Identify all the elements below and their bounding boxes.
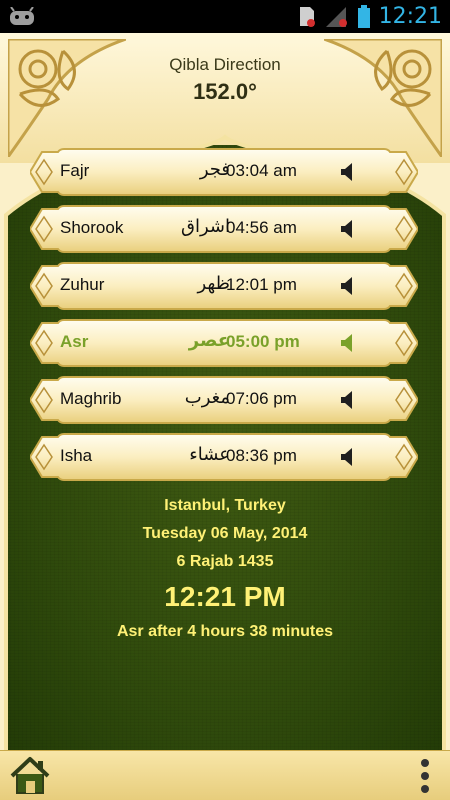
prayer-name: Shorook xyxy=(60,218,124,237)
next-prayer-countdown: Asr after 4 hours 38 minutes xyxy=(116,623,334,640)
prayer-row-shorook[interactable]: Shorook اشراق 04:56 am xyxy=(30,205,418,253)
gregorian-date: Tuesday 06 May, 2014 xyxy=(142,525,308,542)
prayer-name: Fajr xyxy=(60,161,90,180)
hijri-date: 6 Rajab 1435 xyxy=(176,553,274,570)
android-icon xyxy=(10,7,34,25)
speaker-icon[interactable] xyxy=(340,276,356,296)
prayer-time: 12:01 pm xyxy=(226,275,297,294)
prayer-name: Asr xyxy=(60,332,89,351)
speaker-icon[interactable] xyxy=(340,219,356,239)
prayer-arabic-name: مغرب xyxy=(184,387,230,408)
prayer-row-asr[interactable]: Asr عصر 05:00 pm xyxy=(30,319,418,367)
prayer-row-fajr[interactable]: Fajr فجر 03:04 am xyxy=(30,148,418,196)
prayer-arabic-name: فجر xyxy=(199,159,230,180)
prayer-arabic-name: عصر xyxy=(188,330,230,351)
prayer-arabic-name: اشراق xyxy=(181,216,230,237)
prayer-name: Zuhur xyxy=(60,275,105,294)
prayer-row-zuhur[interactable]: Zuhur ظهر 12:01 pm xyxy=(30,262,418,310)
overflow-menu-icon[interactable] xyxy=(420,759,430,793)
prayer-times-screen: Qibla Direction 152.0° Fajr فجر 03:04 am Sh… xyxy=(0,33,450,800)
signal-icon xyxy=(325,6,347,27)
current-time: 12:21 PM xyxy=(164,581,286,612)
qibla-value: 152.0° xyxy=(193,79,257,104)
prayer-time: 04:56 am xyxy=(226,218,297,237)
status-bar: 12:21 xyxy=(0,0,450,33)
battery-icon xyxy=(357,4,370,28)
bottom-bar xyxy=(0,750,450,800)
status-time: 12:21 xyxy=(378,4,442,29)
prayer-row-isha[interactable]: Isha عشاء 08:36 pm xyxy=(30,433,418,481)
prayer-name: Isha xyxy=(60,446,93,465)
sd-card-icon xyxy=(299,6,315,27)
speaker-icon[interactable] xyxy=(340,162,356,182)
prayer-time: 05:00 pm xyxy=(226,332,300,351)
prayer-time: 08:36 pm xyxy=(226,446,297,465)
prayer-arabic-name: عشاء xyxy=(189,444,230,465)
prayer-name: Maghrib xyxy=(60,389,122,408)
prayer-arabic-name: ظهر xyxy=(197,273,230,294)
speaker-icon[interactable] xyxy=(340,447,356,467)
qibla-label: Qibla Direction xyxy=(169,55,281,74)
prayer-time: 03:04 am xyxy=(226,161,297,180)
location-text: Istanbul, Turkey xyxy=(164,497,286,514)
home-icon[interactable] xyxy=(8,754,52,796)
speaker-icon[interactable] xyxy=(340,333,356,353)
speaker-icon[interactable] xyxy=(340,390,356,410)
prayer-time: 07:06 pm xyxy=(226,389,297,408)
prayer-row-maghrib[interactable]: Maghrib مغرب 07:06 pm xyxy=(30,376,418,424)
